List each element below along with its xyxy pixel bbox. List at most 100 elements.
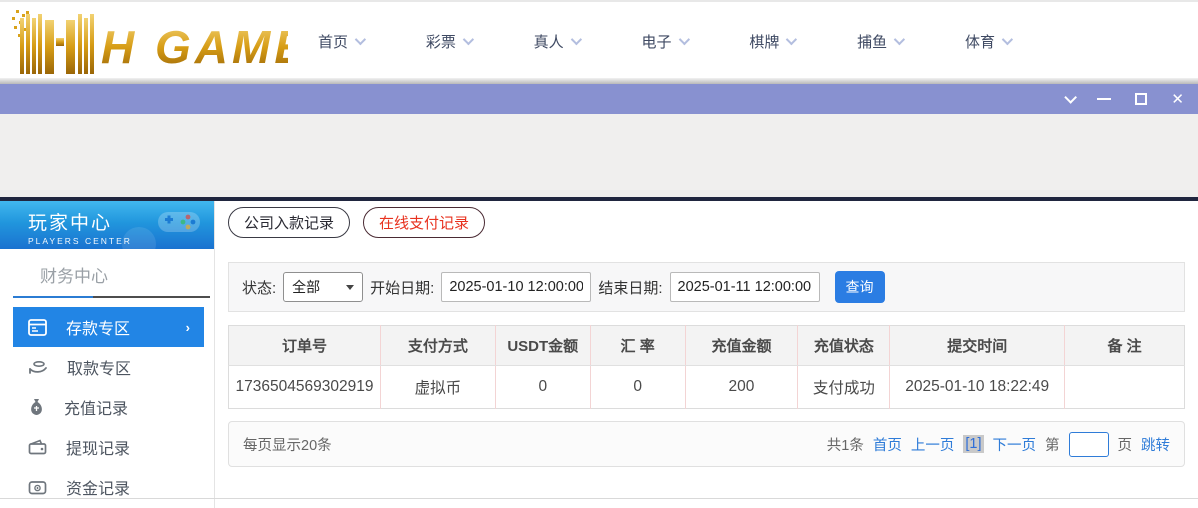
col-exchange-rate: 汇 率 [589,325,686,366]
maximize-icon [1135,93,1148,105]
site-header: H GAME 首页 彩票 真人 电子 棋牌 [0,0,1198,78]
nav-item-slots[interactable]: 电子 [641,31,690,52]
sidebar-item-label: 取款专区 [67,361,132,378]
current-page-indicator: [1] [963,435,984,453]
select-arrow-icon [346,284,355,290]
status-label: 状态: [242,279,277,297]
end-date-input[interactable] [669,272,820,302]
page-jump-input[interactable] [1068,431,1109,457]
sidebar-section-title: 财务中心 [40,267,108,286]
sidebar-item-label: 充值记录 [64,401,129,418]
tab-company-deposit-records[interactable]: 公司入款记录 [228,207,351,238]
nav-item-cards[interactable]: 棋牌 [749,31,798,52]
sidebar-item-fund-records[interactable]: 资金记录 [0,467,214,507]
logo-text: H GAME [101,21,288,73]
col-usdt-amount: USDT金额 [494,325,591,366]
window-collapse-button[interactable] [1064,90,1078,104]
nav-label: 电子 [641,33,672,51]
first-page-link[interactable]: 首页 [873,434,902,455]
window-titlebar: ✕ [0,84,1198,114]
col-order-number: 订单号 [228,325,381,366]
jump-button[interactable]: 跳转 [1141,434,1170,455]
total-count-text: 共1条 [826,437,864,454]
sidebar-section-divider [13,296,210,298]
jump-prefix-label: 第 [1045,437,1060,454]
cell-remarks [1064,365,1185,409]
cell-payment-method: 虚拟币 [379,365,496,409]
nav-label: 真人 [533,33,564,51]
sidebar-item-deposit-zone[interactable]: 存款专区 › [13,307,204,347]
table-header-row: 订单号 支付方式 USDT金额 汇 率 充值金额 充值状态 提交时间 备 注 [228,325,1185,366]
deposit-card-icon [28,318,47,336]
query-button[interactable]: 查询 [834,271,885,303]
wallet-icon [28,439,47,455]
payment-records-table: 订单号 支付方式 USDT金额 汇 率 充值金额 充值状态 提交时间 备 注 1… [228,325,1185,409]
sidebar-header: 玩家中心 PLAYERS CENTER [0,201,214,249]
nav-item-live[interactable]: 真人 [533,31,582,52]
status-select[interactable]: 全部 [283,272,364,302]
nav-item-fishing[interactable]: 捕鱼 [857,31,906,52]
nav-item-home[interactable]: 首页 [318,31,367,52]
col-remarks: 备 注 [1064,325,1185,366]
nav-item-lottery[interactable]: 彩票 [425,31,474,52]
nav-item-sports[interactable]: 体育 [964,31,1014,52]
chevron-down-icon [462,33,474,46]
site-logo[interactable]: H GAME [8,8,305,79]
gamepad-icon [158,212,200,232]
prev-page-link[interactable]: 上一页 [911,434,955,455]
logo-graphic: H GAME [12,10,305,74]
hand-money-icon [29,360,47,374]
record-tabs: 公司入款记录 在线支付记录 [228,207,1185,238]
window-maximize-button[interactable] [1135,93,1148,105]
chevron-down-icon [354,33,367,46]
cell-recharge-status: 支付成功 [797,365,890,409]
sidebar-item-label: 提现记录 [66,441,131,458]
chevron-down-icon [786,33,798,46]
logo-striped-h-emblem [20,14,94,74]
pagination-bar: 每页显示20条 共1条 首页 上一页 [1] 下一页 第 页 跳转 [228,421,1185,467]
window-close-button[interactable]: ✕ [1171,91,1184,107]
chevron-down-icon [1064,90,1078,104]
purse-coin-icon [28,481,47,495]
sidebar-item-recharge-records[interactable]: 充值记录 [0,387,214,427]
bottom-divider [0,498,1198,499]
end-date-label: 结束日期: [598,279,663,297]
app-window: H GAME 首页 彩票 真人 电子 棋牌 [0,0,1198,508]
sidebar-subtitle: PLAYERS CENTER [28,236,132,246]
sidebar-item-label: 资金记录 [66,481,131,498]
tab-online-payment-records[interactable]: 在线支付记录 [363,207,486,238]
nav-label: 棋牌 [749,33,780,51]
main-area: 玩家中心 PLAYERS CENTER 财务中心 存款专区 › 取款专区 充值记… [0,201,1198,508]
gray-spacer [0,114,1198,197]
players-center-sidebar: 玩家中心 PLAYERS CENTER 财务中心 存款专区 › 取款专区 充值记… [0,201,215,508]
nav-label: 体育 [964,33,995,51]
cell-exchange-rate: 0 [589,365,686,409]
cell-submit-time: 2025-01-10 18:22:49 [889,365,1065,409]
nav-label: 捕鱼 [857,33,888,51]
chevron-down-icon [1001,33,1014,46]
start-date-label: 开始日期: [370,279,435,297]
window-minimize-button[interactable] [1097,98,1112,100]
chevron-down-icon [570,33,582,46]
money-bag-icon [31,399,42,415]
next-page-link[interactable]: 下一页 [993,434,1037,455]
sidebar-item-label: 存款专区 [66,321,131,338]
status-select-value: 全部 [292,279,321,295]
start-date-input[interactable] [441,272,592,302]
cell-recharge-amount: 200 [684,365,798,409]
col-recharge-amount: 充值金额 [684,325,798,366]
jump-suffix-label: 页 [1117,437,1133,454]
col-submit-time: 提交时间 [889,325,1065,366]
filter-bar: 状态: 全部 开始日期: 结束日期: 查询 [228,262,1185,312]
records-content: 公司入款记录 在线支付记录 状态: 全部 开始日期: 结束日期: 查询 [215,201,1198,508]
page-size-text: 每页显示20条 [243,437,332,454]
sidebar-item-withdrawal-records[interactable]: 提现记录 [0,427,214,467]
nav-label: 彩票 [425,33,456,51]
col-recharge-status: 充值状态 [797,325,890,366]
main-nav: 首页 彩票 真人 电子 棋牌 捕鱼 体育 [318,2,1014,80]
cell-order-number: 1736504569302919 [228,365,381,409]
chevron-down-icon [678,33,690,46]
minimize-icon [1097,98,1112,100]
nav-label: 首页 [318,33,349,51]
sidebar-item-withdraw-zone[interactable]: 取款专区 [0,347,214,387]
